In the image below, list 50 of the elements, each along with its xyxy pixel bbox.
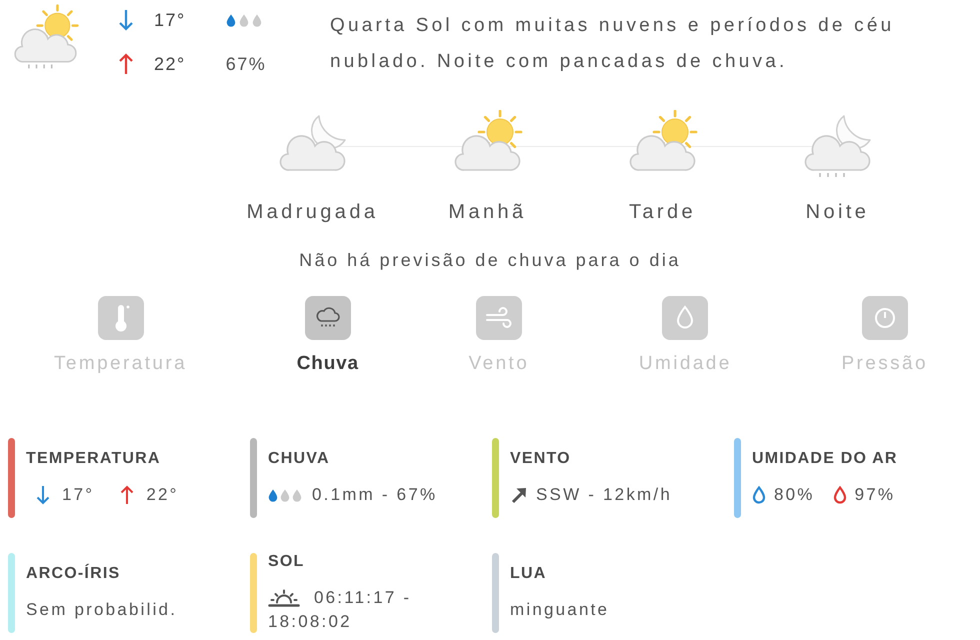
drop-icon: [238, 14, 249, 26]
card-title: LUA: [510, 564, 548, 584]
down-arrow-icon: [36, 485, 50, 505]
category-tab[interactable]: Chuva: [296, 296, 359, 375]
min-temperature: 17°: [154, 9, 186, 31]
category-tab[interactable]: Vento: [468, 296, 530, 375]
up-arrow-icon: [118, 53, 134, 75]
category-tab[interactable]: Temperatura: [54, 296, 188, 375]
cloud-rain-icon: [304, 296, 351, 340]
min-humidity: 80%: [774, 484, 815, 506]
category-tab[interactable]: Pressão: [841, 296, 928, 375]
max-humidity: 97%: [854, 484, 896, 506]
card-title: SOL: [268, 552, 306, 572]
gauge-icon: [862, 296, 908, 340]
min-temperature: 17°: [62, 484, 94, 506]
thermometer-icon: [98, 296, 144, 340]
drop-icon: [280, 488, 290, 502]
sun-times: 18:08:02: [268, 611, 352, 633]
rain-chance: 67%: [226, 53, 266, 76]
category-tab[interactable]: Umidade: [638, 296, 732, 375]
period-label: Noite: [806, 200, 870, 224]
period-label: Manhã: [448, 200, 527, 224]
card-value: SSW - 12km/h: [536, 484, 672, 506]
card-title: VENTO: [510, 449, 572, 469]
drop-icon: [832, 486, 847, 504]
card-title: ARCO-ÍRIS: [26, 564, 122, 584]
card-value: Sem probabilid.: [26, 599, 178, 621]
wind-icon: [476, 296, 522, 340]
max-temperature: 22°: [154, 53, 186, 75]
drop-icon: [252, 14, 262, 26]
card-title: UMIDADE DO AR: [752, 449, 898, 469]
period-label: Tarde: [628, 200, 696, 224]
arrow-icon: [510, 486, 528, 504]
rain-note: Não há previsão de chuva para o dia: [298, 249, 682, 272]
drop-icon: [662, 296, 708, 340]
card-value: minguante: [510, 599, 610, 621]
card-value: 0.1mm - 67%: [312, 484, 438, 506]
up-arrow-icon: [120, 485, 134, 505]
card-title: TEMPERATURA: [26, 449, 162, 469]
period-label: Madrugada: [246, 200, 378, 224]
drop-icon: [268, 488, 278, 502]
sun-times: 06:11:17 -: [314, 587, 412, 609]
drop-icon: [752, 486, 766, 504]
drop-icon: [226, 14, 236, 26]
forecast-description: Quarta Sol com muitas nuvens e períodos de céu nublado. Noite com pancadas de chuva.: [330, 14, 896, 74]
card-title: CHUVA: [268, 449, 331, 469]
max-temperature: 22°: [146, 484, 179, 506]
drop-icon: [292, 488, 302, 502]
sunrise-icon: [268, 589, 300, 607]
down-arrow-icon: [118, 9, 134, 31]
